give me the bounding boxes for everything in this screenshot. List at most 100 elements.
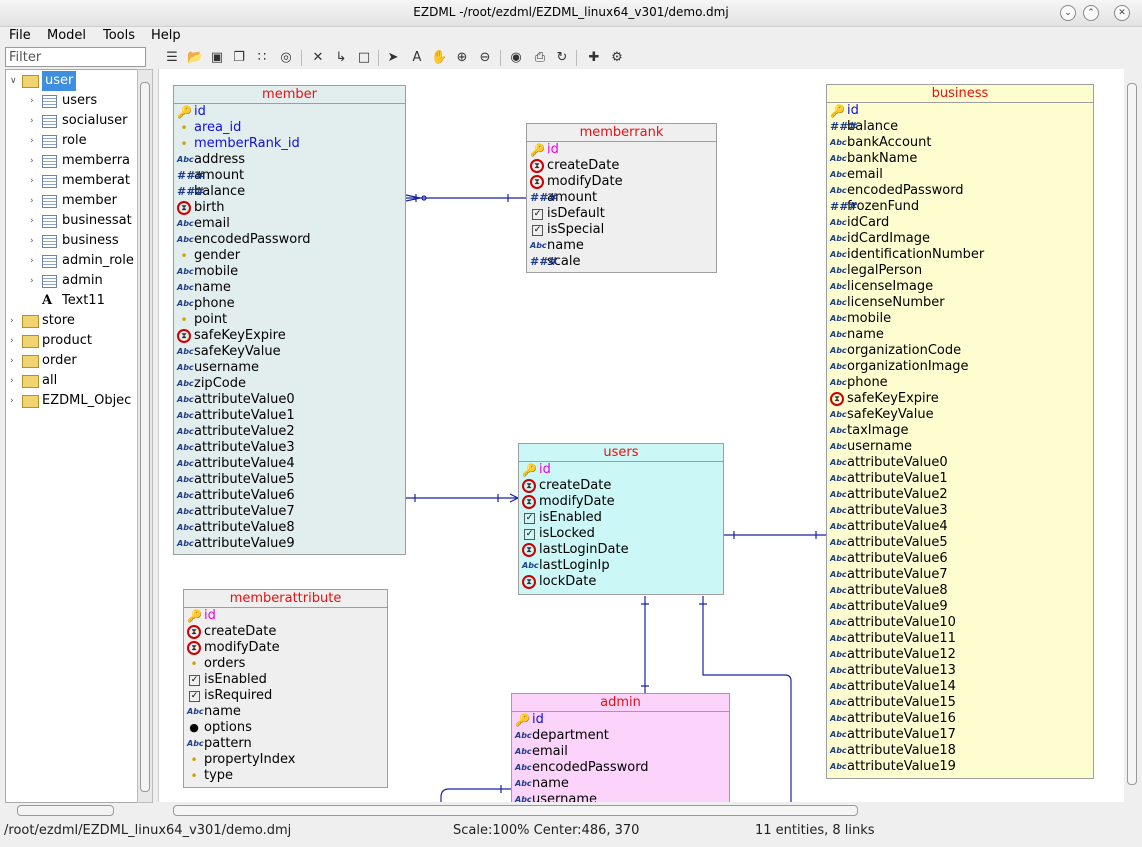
collapse-icon[interactable]: ›	[30, 271, 34, 291]
menu-tools[interactable]: Tools	[103, 28, 135, 43]
field-row[interactable]: • orders	[184, 656, 387, 672]
field-row[interactable]: Abc legalPerson	[827, 263, 1093, 279]
maximize-button[interactable]: ⌃	[1083, 5, 1099, 21]
field-row[interactable]: Abc attributeValue6	[174, 488, 405, 504]
collapse-icon[interactable]: ›	[30, 251, 34, 271]
diagram-icon[interactable]: ∷	[254, 50, 270, 66]
tree-node-memberat[interactable]: › memberat	[6, 171, 136, 191]
field-row[interactable]: Abc attributeValue13	[827, 663, 1093, 679]
refresh-icon[interactable]: ↻	[554, 50, 570, 66]
view-icon[interactable]: ◉	[508, 50, 524, 66]
canvas-vertical-scrollbar[interactable]	[1124, 69, 1138, 802]
collapse-icon[interactable]: ›	[30, 231, 34, 251]
field-row[interactable]: Abc attributeValue7	[174, 504, 405, 520]
expand-icon[interactable]: ∨	[10, 71, 17, 91]
menu-help[interactable]: Help	[151, 28, 181, 43]
field-row[interactable]: Abc attributeValue8	[174, 520, 405, 536]
field-row[interactable]: ⧗ lockDate	[519, 574, 723, 590]
field-row[interactable]: Abc phone	[174, 296, 405, 312]
tree-node-text11[interactable]: A Text11	[6, 291, 136, 311]
field-row[interactable]: Abc attributeValue18	[827, 743, 1093, 759]
field-row[interactable]: Abc department	[512, 728, 729, 744]
field-row[interactable]: Abc username	[512, 792, 729, 802]
field-row[interactable]: ### balance	[827, 119, 1093, 135]
field-row[interactable]: Abc attributeValue4	[827, 519, 1093, 535]
field-row[interactable]: • type	[184, 768, 387, 784]
minimize-button[interactable]: ⌄	[1060, 5, 1076, 21]
collapse-icon[interactable]: ›	[30, 91, 34, 111]
field-row[interactable]: Abc attributeValue7	[827, 567, 1093, 583]
field-row[interactable]: Abc identificationNumber	[827, 247, 1093, 263]
tree-node-all[interactable]: › all	[6, 371, 136, 391]
field-row[interactable]: Abc attributeValue12	[827, 647, 1093, 663]
collapse-icon[interactable]: ›	[10, 311, 14, 331]
field-row[interactable]: ✓ isRequired	[184, 688, 387, 704]
field-row[interactable]: Abc attributeValue1	[174, 408, 405, 424]
field-row[interactable]: Abc attributeValue9	[827, 599, 1093, 615]
tree-node-business[interactable]: › business	[6, 231, 136, 251]
collapse-icon[interactable]: ›	[30, 171, 34, 191]
field-row[interactable]: Abc name	[174, 280, 405, 296]
field-row[interactable]: Abc name	[527, 238, 716, 254]
tree-node-role[interactable]: › role	[6, 131, 136, 151]
tree-node-admin_role[interactable]: › admin_role	[6, 251, 136, 271]
field-row[interactable]: Abc attributeValue0	[174, 392, 405, 408]
tree-node-product[interactable]: › product	[6, 331, 136, 351]
canvas-horizontal-scrollbar[interactable]	[158, 803, 1138, 817]
field-row[interactable]: ⧗ createDate	[184, 624, 387, 640]
field-row[interactable]: Abc name	[184, 704, 387, 720]
tree-node-users[interactable]: › users	[6, 91, 136, 111]
field-row[interactable]: Abc email	[174, 216, 405, 232]
field-row[interactable]: ✓ isLocked	[519, 526, 723, 542]
tree-vertical-scrollbar[interactable]	[137, 69, 153, 803]
field-row[interactable]: Abc name	[827, 327, 1093, 343]
field-row[interactable]: Abc safeKeyValue	[827, 407, 1093, 423]
open-icon[interactable]: 📂	[187, 50, 203, 66]
collapse-icon[interactable]: ›	[10, 391, 14, 411]
field-row[interactable]: Abc address	[174, 152, 405, 168]
entity-memberattribute[interactable]: memberattribute 🔑 id ⧗ createDate ⧗ modifyDate…	[183, 589, 388, 788]
delete-icon[interactable]: ✕	[310, 50, 326, 66]
hand-icon[interactable]: ✋	[431, 50, 447, 66]
field-row[interactable]: ### balance	[174, 184, 405, 200]
field-row[interactable]: ### amount	[527, 190, 716, 206]
field-row[interactable]: • memberRank_id	[174, 136, 405, 152]
tree-node-store[interactable]: › store	[6, 311, 136, 331]
field-row[interactable]: Abc attributeValue14	[827, 679, 1093, 695]
field-row[interactable]: Abc attributeValue3	[827, 503, 1093, 519]
entity-member[interactable]: member 🔑 id • area_id • memberRank_id Abc addres…	[173, 85, 406, 555]
entity-admin[interactable]: admin 🔑 id Abc department Abc email Abc encodedP…	[511, 693, 730, 802]
entity-business[interactable]: business 🔑 id ### balance Abc bankAccount Abc ba…	[826, 84, 1094, 779]
field-row[interactable]: Abc username	[174, 360, 405, 376]
field-row[interactable]: Abc attributeValue3	[174, 440, 405, 456]
collapse-icon[interactable]: ›	[30, 111, 34, 131]
filter-input[interactable]: Filter	[5, 47, 146, 67]
field-row[interactable]: Abc attributeValue0	[827, 455, 1093, 471]
collapse-icon[interactable]: ›	[30, 211, 34, 231]
field-row[interactable]: Abc organizationCode	[827, 343, 1093, 359]
field-row[interactable]: Abc attributeValue17	[827, 727, 1093, 743]
field-row[interactable]: ⧗ createDate	[527, 158, 716, 174]
field-row[interactable]: Abc attributeValue5	[174, 472, 405, 488]
field-row[interactable]: Abc encodedPassword	[827, 183, 1093, 199]
field-row[interactable]: Abc mobile	[174, 264, 405, 280]
entity-memberrank[interactable]: memberrank 🔑 id ⧗ createDate ⧗ modifyDate ### am…	[526, 123, 717, 273]
field-row[interactable]: ✓ isDefault	[527, 206, 716, 222]
field-row[interactable]: Abc lastLoginIp	[519, 558, 723, 574]
field-row[interactable]: Abc encodedPassword	[512, 760, 729, 776]
field-row[interactable]: • gender	[174, 248, 405, 264]
zoom-in-icon[interactable]: ⊕	[454, 50, 470, 66]
collapse-icon[interactable]: ›	[10, 371, 14, 391]
copy-icon[interactable]: ❐	[231, 50, 247, 66]
field-row[interactable]: 🔑 id	[184, 608, 387, 624]
field-row[interactable]: Abc zipCode	[174, 376, 405, 392]
globe-icon[interactable]: ◎	[278, 50, 294, 66]
tree-node-admin[interactable]: › admin	[6, 271, 136, 291]
field-row[interactable]: Abc attributeValue4	[174, 456, 405, 472]
tree-node-socialuser[interactable]: › socialuser	[6, 111, 136, 131]
field-row[interactable]: ### amount	[174, 168, 405, 184]
entity-users[interactable]: users 🔑 id ⧗ createDate ⧗ modifyDate ✓ isEnabled…	[518, 443, 724, 595]
field-row[interactable]: • area_id	[174, 120, 405, 136]
field-row[interactable]: Abc taxImage	[827, 423, 1093, 439]
text-icon[interactable]: A	[409, 50, 425, 66]
